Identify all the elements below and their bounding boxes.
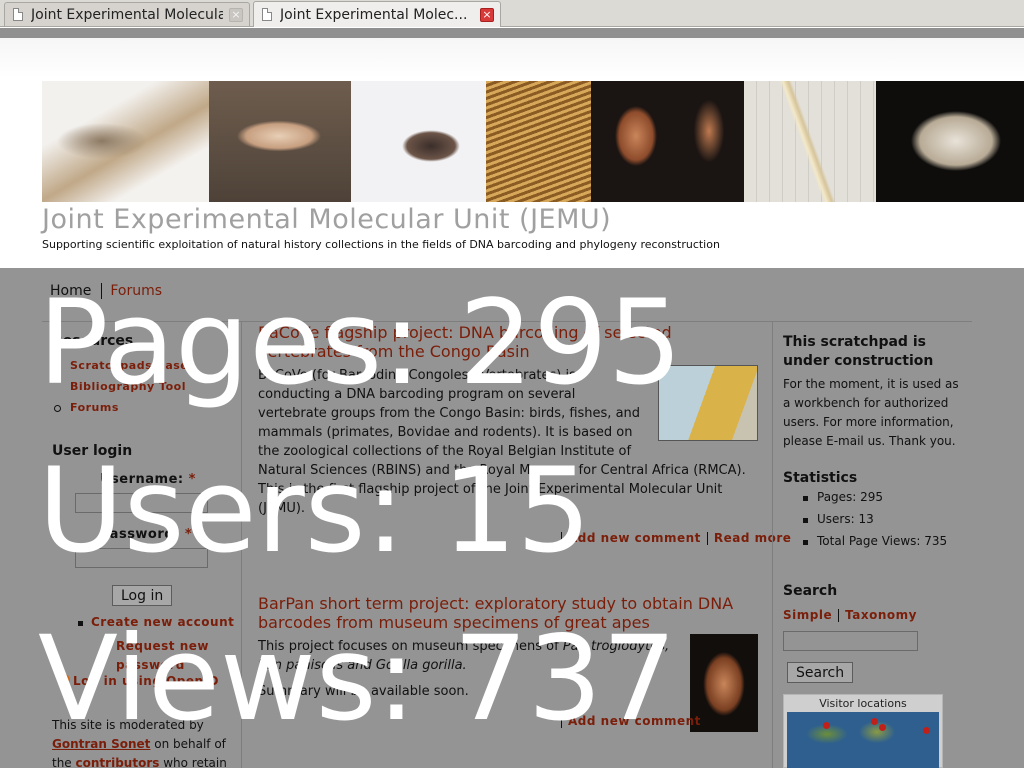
site-header: Joint Experimental Molecular Unit (JEMU)… xyxy=(0,38,1024,268)
visitor-marker xyxy=(823,722,830,729)
close-tab-icon[interactable]: × xyxy=(229,7,243,22)
log-in-button[interactable]: Log in xyxy=(112,585,173,606)
visitor-marker xyxy=(923,727,930,734)
stat-pages: Pages: 295 xyxy=(802,490,947,512)
search-type-links: Simple Taxonomy xyxy=(783,608,917,622)
visitor-marker xyxy=(871,718,878,725)
browser-tab-2[interactable]: Joint Experimental Molec... × xyxy=(253,1,501,27)
bone-photo xyxy=(209,81,351,202)
construction-title: This scratchpad is under construction xyxy=(783,333,933,371)
visitor-marker xyxy=(879,724,886,731)
taxonomy-search-link[interactable]: Taxonomy xyxy=(845,608,917,622)
overlay-users: Users: 15 xyxy=(38,442,592,579)
moderation-text: who retain xyxy=(163,756,227,768)
fish-photo xyxy=(42,81,209,202)
tab-label: Joint Experimental Molec... xyxy=(280,6,468,23)
world-map xyxy=(787,712,939,768)
insect-photo xyxy=(351,81,486,202)
animal-skull-photo xyxy=(876,81,1024,202)
document-icon xyxy=(13,8,23,21)
title-line: under construction xyxy=(783,353,934,369)
primate-skull-photo xyxy=(591,81,744,202)
browser-tab-bar: Joint Experimental Molecular... × Joint … xyxy=(0,0,1024,27)
contributors-link[interactable]: contributors xyxy=(76,756,160,768)
feather-photo xyxy=(744,81,876,202)
site-title[interactable]: Joint Experimental Molecular Unit (JEMU) xyxy=(42,204,611,235)
link-separator xyxy=(706,531,708,545)
search-title: Search xyxy=(783,583,838,599)
header-banner xyxy=(42,81,1024,202)
construction-text: For the moment, it is used as a workbenc… xyxy=(783,377,959,448)
texture-photo xyxy=(486,81,591,202)
statistics-title: Statistics xyxy=(783,470,858,486)
visitor-map-widget[interactable]: Visitor locations xyxy=(783,694,943,768)
document-icon xyxy=(262,8,272,21)
overlay-views: Views: 737 xyxy=(38,610,677,747)
map-title: Visitor locations xyxy=(819,697,907,710)
tab-label: Joint Experimental Molecular... xyxy=(31,6,223,23)
overlay-pages: Pages: 295 xyxy=(38,274,683,411)
simple-search-link[interactable]: Simple xyxy=(783,608,832,622)
close-tab-icon[interactable]: × xyxy=(480,7,494,22)
link-separator xyxy=(838,608,840,622)
statistics-list: Pages: 295 Users: 13 Total Page Views: 7… xyxy=(802,490,947,556)
site-slogan: Supporting scientific exploitation of na… xyxy=(42,238,720,251)
search-button[interactable]: Search xyxy=(787,662,854,683)
title-line: This scratchpad is xyxy=(783,334,926,350)
moderation-text: the xyxy=(52,756,72,768)
right-sidebar: This scratchpad is under construction Fo… xyxy=(772,322,972,768)
stat-page-views: Total Page Views: 735 xyxy=(802,534,947,556)
stat-users: Users: 13 xyxy=(802,512,947,534)
toolbar-strip xyxy=(0,28,1024,38)
browser-tab-1[interactable]: Joint Experimental Molecular... × xyxy=(4,2,250,26)
search-input[interactable] xyxy=(783,631,918,651)
